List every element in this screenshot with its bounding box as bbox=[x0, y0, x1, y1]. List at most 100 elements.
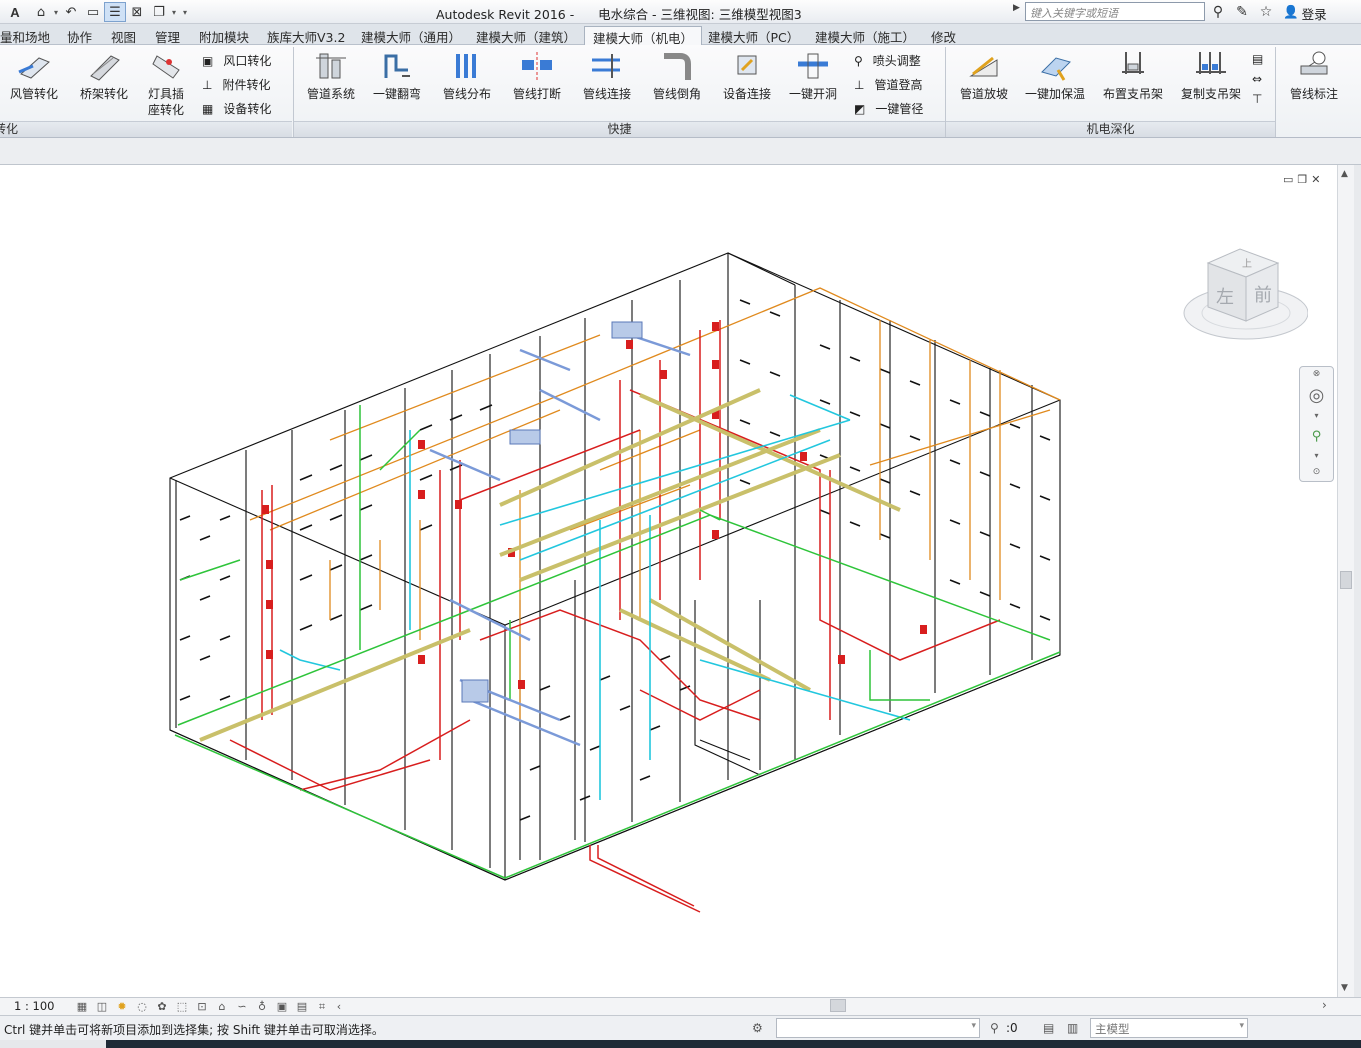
tab-collaborate[interactable]: 协作 bbox=[67, 26, 92, 45]
chevron-left-icon[interactable]: ‹ bbox=[332, 998, 346, 1015]
star-icon[interactable]: ☆ bbox=[1256, 2, 1276, 22]
scroll-up-icon[interactable]: ▲ bbox=[1341, 169, 1348, 179]
chevron-down-icon[interactable]: ▾ bbox=[170, 8, 178, 17]
restore-icon[interactable]: ❐ bbox=[1297, 173, 1307, 186]
show-crop-icon[interactable]: ⊡ bbox=[192, 998, 212, 1015]
editable-only-icon[interactable]: ▤ bbox=[1043, 1021, 1054, 1035]
tab-bim-mep[interactable]: 建模大师（机电） bbox=[584, 26, 703, 46]
reveal-hidden-icon[interactable]: ♁ bbox=[252, 998, 272, 1015]
crop-view-icon[interactable]: ⬚ bbox=[172, 998, 192, 1015]
one-click-diameter-button[interactable]: ◩ 一键管径 bbox=[854, 100, 923, 117]
design-options-icon[interactable]: ▥ bbox=[1067, 1021, 1078, 1035]
properties-icon[interactable]: ☰ bbox=[104, 2, 126, 22]
3d-viewport[interactable]: ▭ ❐ ✕ 上 左 前 bbox=[0, 165, 1337, 997]
render-icon[interactable]: ✿ bbox=[152, 998, 172, 1015]
vertical-scrollbar[interactable]: ▲ ▼ bbox=[1337, 165, 1354, 997]
view-scale[interactable]: 1 : 100 bbox=[14, 999, 54, 1013]
panel-mep-label[interactable]: 机电深化 bbox=[946, 121, 1275, 137]
chevron-down-icon[interactable]: ▾ bbox=[1300, 411, 1333, 420]
undo-icon[interactable]: ↶ bbox=[60, 2, 82, 22]
search-expand-icon[interactable]: ▶ bbox=[1013, 3, 1023, 21]
login-button[interactable]: 👤 登录 bbox=[1283, 4, 1327, 23]
air-terminal-convert-button[interactable]: ▣ 风口转化 bbox=[202, 52, 271, 69]
minimize-icon[interactable]: ▭ bbox=[1283, 173, 1293, 186]
tray-convert-button[interactable]: 桥架转化 bbox=[76, 50, 132, 102]
tab-bim-architecture[interactable]: 建模大师（建筑） bbox=[476, 26, 576, 45]
design-option-combo[interactable]: 主模型 ▾ bbox=[1090, 1018, 1248, 1038]
revit-app-icon[interactable]: A bbox=[0, 2, 30, 22]
thin-lines-icon[interactable]: ▭ bbox=[82, 2, 104, 22]
open-icon[interactable]: ⌂ bbox=[30, 2, 52, 22]
workset-combo[interactable]: ▾ bbox=[776, 1018, 980, 1038]
lock-3d-view-icon[interactable]: ⌂ bbox=[212, 998, 232, 1015]
pipe-slope-button[interactable]: 管道放坡 bbox=[956, 50, 1012, 102]
pipe-annotate-button[interactable]: 管线标注 bbox=[1286, 50, 1342, 102]
chevron-down-icon[interactable]: ▾ bbox=[52, 8, 60, 17]
shadows-icon[interactable]: ◌ bbox=[132, 998, 152, 1015]
panel-convert-label[interactable]: 转化 bbox=[0, 121, 292, 137]
analytical-model-icon[interactable]: ▤ bbox=[292, 998, 312, 1015]
viewcube-front-face[interactable]: 前 bbox=[1254, 285, 1272, 306]
tab-bim-pc[interactable]: 建模大师（PC） bbox=[708, 26, 799, 45]
insulation-button[interactable]: 一键加保温 bbox=[1022, 50, 1088, 102]
zoom-region-icon[interactable]: ⚲ bbox=[1300, 429, 1333, 444]
close-icon[interactable]: ✕ bbox=[1311, 173, 1320, 186]
tab-manage[interactable]: 管理 bbox=[155, 26, 180, 45]
copy-hanger-button[interactable]: 复制支吊架 bbox=[1178, 50, 1244, 102]
visual-style-icon[interactable]: ◫ bbox=[92, 998, 112, 1015]
temporary-hide-icon[interactable]: ∽ bbox=[232, 998, 252, 1015]
pipe-chamfer-button[interactable]: 管线倒角 bbox=[650, 50, 704, 102]
binoculars-icon[interactable]: ⚲ bbox=[1208, 2, 1228, 22]
sprinkler-adjust-button[interactable]: ⚲ 喷头调整 bbox=[854, 52, 921, 69]
viewcube-top-face[interactable]: 上 bbox=[1242, 258, 1252, 270]
filter-icon[interactable]: ⚲ bbox=[990, 1021, 999, 1035]
scrollbar-thumb[interactable] bbox=[1340, 571, 1352, 589]
scroll-down-icon[interactable]: ▼ bbox=[1341, 983, 1348, 993]
tab-family-library[interactable]: 族库大师V3.2 bbox=[267, 26, 345, 45]
temporary-view-icon[interactable]: ▣ bbox=[272, 998, 292, 1015]
customize-qat-icon[interactable]: ▾ bbox=[178, 8, 192, 17]
tab-bim-construction[interactable]: 建模大师（施工） bbox=[815, 26, 915, 45]
one-click-bend-button[interactable]: 一键翻弯 bbox=[370, 50, 424, 102]
sprinkler-icon: ⚲ bbox=[854, 53, 863, 68]
align-tool-icon[interactable]: ⇔ bbox=[1252, 72, 1262, 86]
horizontal-scrollbar[interactable]: › bbox=[346, 998, 1336, 1014]
navbar-options-icon[interactable]: ⊙ bbox=[1300, 467, 1333, 477]
pipe-elevate-button[interactable]: ⊥ 管道登高 bbox=[854, 76, 922, 93]
chevron-right-icon[interactable]: › bbox=[1322, 998, 1327, 1012]
pipe-connect-button[interactable]: 管线连接 bbox=[580, 50, 634, 102]
device-connect-button[interactable]: 设备连接 bbox=[720, 50, 774, 102]
mep-model-drawing[interactable] bbox=[0, 165, 1337, 997]
panel-quick-label[interactable]: 快捷 bbox=[294, 121, 945, 137]
pipe-distribute-button[interactable]: 管线分布 bbox=[440, 50, 494, 102]
place-hanger-button[interactable]: 布置支吊架 bbox=[1100, 50, 1166, 102]
sun-path-icon[interactable]: ✹ bbox=[112, 998, 132, 1015]
viewcube[interactable]: 上 左 前 bbox=[1178, 243, 1308, 353]
lamp-convert-button[interactable]: 灯具插 座转化 bbox=[140, 50, 192, 118]
switch-windows-icon[interactable]: ❐ bbox=[148, 2, 170, 22]
annotate-tool-icon[interactable]: ▤ bbox=[1252, 52, 1263, 66]
constraints-icon[interactable]: ⌗ bbox=[312, 998, 332, 1015]
search-input[interactable]: 键入关键字或短语 bbox=[1025, 2, 1205, 21]
subscription-icon[interactable]: ✎ bbox=[1232, 2, 1252, 22]
chevron-down-icon[interactable]: ▾ bbox=[1300, 451, 1333, 460]
tab-view[interactable]: 视图 bbox=[111, 26, 136, 45]
duct-convert-button[interactable]: 风管转化 bbox=[6, 50, 62, 102]
tab-bim-general[interactable]: 建模大师（通用） bbox=[361, 26, 461, 45]
worksets-icon[interactable]: ⚙ bbox=[752, 1021, 763, 1035]
detail-level-icon[interactable]: ▦ bbox=[72, 998, 92, 1015]
close-hidden-icon[interactable]: ⊠ bbox=[126, 2, 148, 22]
pipe-break-button[interactable]: 管线打断 bbox=[510, 50, 564, 102]
elevation-tool-icon[interactable]: ⊤ bbox=[1252, 92, 1262, 106]
viewcube-left-face[interactable]: 左 bbox=[1216, 287, 1234, 308]
one-click-hole-button[interactable]: 一键开洞 bbox=[786, 50, 840, 102]
pipe-system-button[interactable]: 管道系统 bbox=[304, 50, 358, 102]
tab-modify[interactable]: 修改 bbox=[931, 26, 956, 45]
steering-wheel-icon[interactable]: ◎ bbox=[1300, 385, 1333, 406]
tab-addins[interactable]: 附加模块 bbox=[199, 26, 249, 45]
scrollbar-thumb[interactable] bbox=[830, 999, 846, 1012]
accessory-convert-button[interactable]: ⊥ 附件转化 bbox=[202, 76, 270, 93]
navbar-close-icon[interactable]: ⊗ bbox=[1300, 369, 1333, 379]
tab-massing-site[interactable]: 量和场地 bbox=[0, 26, 50, 45]
equipment-convert-button[interactable]: ▦ 设备转化 bbox=[202, 100, 271, 117]
